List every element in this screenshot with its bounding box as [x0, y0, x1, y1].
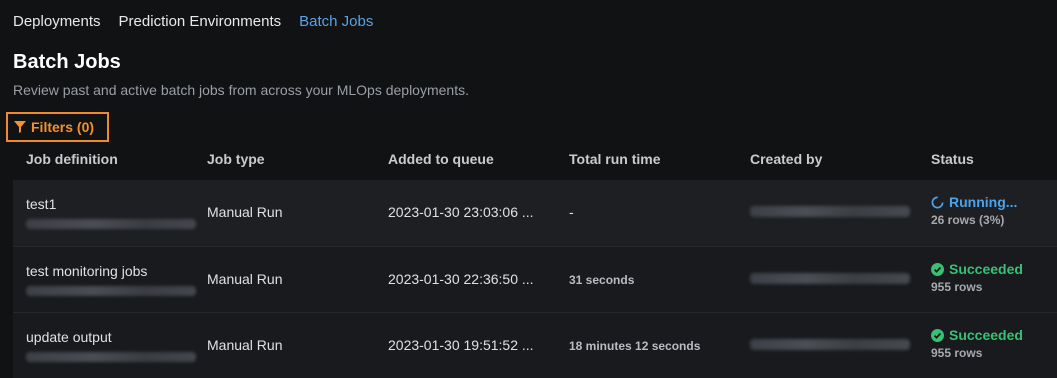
job-definition-name[interactable]: test1	[26, 196, 56, 212]
column-job-definition[interactable]: Job definition	[26, 151, 118, 167]
job-definition-name[interactable]: update output	[26, 329, 112, 345]
filters-label: Filters (0)	[31, 119, 95, 135]
page-subtitle: Review past and active batch jobs from a…	[13, 82, 469, 98]
status-label: Succeeded	[949, 327, 1023, 343]
status-rows: 26 rows (3%)	[931, 213, 1005, 227]
table-header: Job definition Job type Added to queue T…	[13, 145, 1057, 179]
job-definition-name[interactable]: test monitoring jobs	[26, 263, 147, 279]
page-title: Batch Jobs	[13, 51, 121, 73]
filters-button[interactable]: Filters (0)	[6, 112, 109, 142]
table-row[interactable]: test monitoring jobs Manual Run 2023-01-…	[13, 246, 1057, 312]
tab-batch-jobs[interactable]: Batch Jobs	[299, 13, 373, 31]
top-nav-tabs: Deployments Prediction Environments Batc…	[13, 13, 391, 31]
table-row[interactable]: test1 Manual Run 2023-01-30 23:03:06 ...…	[13, 180, 1057, 246]
status-cell: Succeeded 955 rows	[931, 327, 1023, 360]
job-type: Manual Run	[207, 271, 283, 287]
tab-deployments[interactable]: Deployments	[13, 13, 101, 31]
total-run-time: 18 minutes 12 seconds	[569, 339, 701, 353]
added-to-queue: 2023-01-30 22:36:50 ...	[388, 271, 534, 287]
status-rows: 955 rows	[931, 280, 983, 294]
status-rows: 955 rows	[931, 346, 983, 360]
filter-icon	[14, 121, 26, 133]
status-label: Running...	[949, 194, 1018, 210]
column-created-by[interactable]: Created by	[750, 151, 822, 167]
total-run-time: 31 seconds	[569, 273, 635, 287]
added-to-queue: 2023-01-30 19:51:52 ...	[388, 337, 534, 353]
column-added-to-queue[interactable]: Added to queue	[388, 151, 494, 167]
spinner-icon	[931, 196, 944, 208]
created-by-redacted	[750, 339, 910, 350]
created-by-redacted	[750, 273, 910, 284]
job-id-redacted	[26, 286, 196, 296]
job-id-redacted	[26, 352, 196, 362]
tab-prediction-environments[interactable]: Prediction Environments	[119, 13, 282, 31]
check-circle-icon	[931, 328, 944, 342]
status-label: Succeeded	[949, 261, 1023, 277]
job-type: Manual Run	[207, 337, 283, 353]
job-type: Manual Run	[207, 204, 283, 220]
column-total-run-time[interactable]: Total run time	[569, 151, 661, 167]
table-row[interactable]: update output Manual Run 2023-01-30 19:5…	[13, 312, 1057, 378]
column-status[interactable]: Status	[931, 151, 974, 167]
batch-jobs-page: Deployments Prediction Environments Batc…	[0, 0, 1057, 378]
job-id-redacted	[26, 219, 196, 229]
check-circle-icon	[931, 262, 944, 276]
column-job-type[interactable]: Job type	[207, 151, 265, 167]
status-cell: Succeeded 955 rows	[931, 261, 1023, 294]
total-run-time: -	[569, 204, 574, 220]
added-to-queue: 2023-01-30 23:03:06 ...	[388, 204, 534, 220]
created-by-redacted	[750, 206, 910, 217]
status-cell: Running... 26 rows (3%)	[931, 194, 1017, 227]
